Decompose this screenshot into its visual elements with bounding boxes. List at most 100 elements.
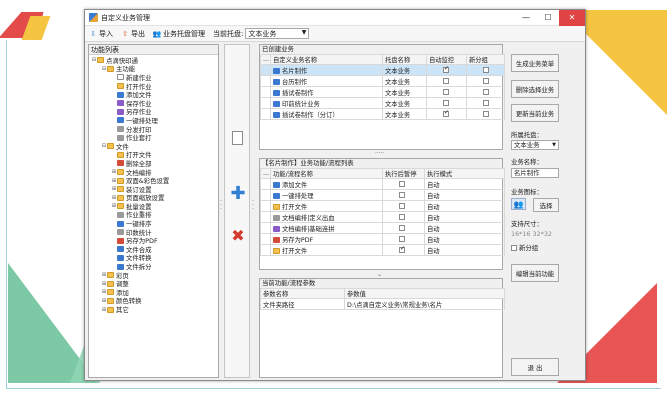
- table-row[interactable]: 打开文件 自动: [260, 200, 505, 212]
- table-row[interactable]: 另存为PDF 自动: [260, 233, 505, 245]
- update-current-button[interactable]: 更新当前业务: [511, 104, 559, 122]
- splitter-handle-left[interactable]: · · ·: [220, 199, 222, 213]
- tree-item[interactable]: ⊞ 彩页: [91, 271, 218, 280]
- new-group-row-checkbox[interactable]: [483, 77, 489, 84]
- tree-item[interactable]: 另存作业: [91, 108, 218, 116]
- tray-manage-button[interactable]: 👥 业务托盘管理: [153, 29, 205, 39]
- tree-item[interactable]: 新建作业: [91, 73, 218, 82]
- new-group-row-checkbox[interactable]: [483, 66, 489, 73]
- choose-icon-button[interactable]: 选择: [533, 198, 559, 212]
- tree-item[interactable]: ⊞ 页面缩放设置: [91, 194, 218, 202]
- maximize-button[interactable]: ☐: [537, 10, 559, 26]
- table-row[interactable]: 打开文件 自动: [260, 244, 505, 256]
- new-document-button[interactable]: [232, 131, 243, 145]
- splitter-handle-top[interactable]: ·····: [375, 150, 385, 157]
- auto-monitor-checkbox[interactable]: [443, 88, 449, 95]
- column-header[interactable]: 托盘名称: [382, 54, 427, 65]
- table-row[interactable]: 文件夹路径 D:\点滴自定义业务\常规业务\名片: [260, 298, 505, 310]
- exec-mode-cell[interactable]: 自动: [424, 233, 505, 245]
- tree-item[interactable]: ⊞ 装订设置: [91, 185, 218, 194]
- generate-menu-button[interactable]: 生成业务菜单: [511, 54, 559, 72]
- tree-item[interactable]: 印数统计: [91, 228, 218, 237]
- tree-item[interactable]: 分发打印: [91, 125, 218, 134]
- tree-item[interactable]: ⊞ 文档编排: [91, 168, 218, 177]
- tree-item[interactable]: 一键排处理: [91, 116, 218, 125]
- pause-after-checkbox[interactable]: [399, 180, 405, 187]
- table-row[interactable]: 文档编排|基础连拼 自动: [260, 222, 505, 234]
- tree-item[interactable]: ⊞ 颜色转换: [91, 297, 218, 305]
- tree-item[interactable]: ⊞ 添加: [91, 288, 218, 297]
- tree-item[interactable]: ⊟ 文件: [91, 142, 218, 151]
- business-name-input[interactable]: 名片制作: [511, 168, 559, 178]
- tree-item[interactable]: 一键排序: [91, 219, 218, 228]
- tree-item[interactable]: 文件转换: [91, 254, 218, 262]
- edit-function-button[interactable]: 编辑当前功能: [511, 264, 559, 282]
- new-group-row-checkbox[interactable]: [483, 88, 489, 95]
- table-row[interactable]: 印前统计业务 文本业务: [260, 97, 505, 109]
- pause-after-checkbox[interactable]: [399, 191, 405, 198]
- column-header[interactable]: 新分组: [466, 54, 505, 65]
- column-header[interactable]: 自动监控: [426, 54, 467, 65]
- column-header[interactable]: 执行后暂停: [382, 168, 425, 179]
- column-header[interactable]: 自定义业务名称: [270, 54, 383, 65]
- column-header[interactable]: 功能/流程名称: [270, 168, 383, 179]
- exec-mode-cell[interactable]: 自动: [424, 211, 505, 223]
- table-row[interactable]: 名片制作 文本业务: [260, 64, 505, 76]
- exec-mode-cell[interactable]: 自动: [424, 178, 505, 190]
- tree-item[interactable]: 作业重排: [91, 211, 218, 219]
- pause-after-checkbox[interactable]: [399, 213, 405, 220]
- close-button[interactable]: ✕: [559, 9, 585, 26]
- table-row[interactable]: 一键排处理 自动: [260, 189, 505, 201]
- auto-monitor-checkbox[interactable]: [443, 66, 449, 73]
- tray-select[interactable]: 文本业务 ▼: [511, 140, 559, 150]
- auto-monitor-checkbox[interactable]: [443, 77, 449, 84]
- new-group-checkbox[interactable]: 新分组: [511, 243, 538, 252]
- new-group-row-checkbox[interactable]: [483, 110, 489, 117]
- delete-selected-button[interactable]: 删除选择业务: [511, 80, 559, 98]
- export-button[interactable]: ⇧ 导出: [121, 29, 145, 39]
- table-row[interactable]: 插试卷制作 文本业务: [260, 86, 505, 98]
- add-function-button[interactable]: ✚: [230, 183, 246, 204]
- column-header[interactable]: 执行模式: [424, 168, 505, 179]
- exec-mode-cell[interactable]: 自动: [424, 200, 505, 212]
- table-row[interactable]: 添加文件 自动: [260, 178, 505, 190]
- tree-item[interactable]: ⊟ 点滴快印通: [91, 56, 218, 65]
- column-header[interactable]: ...: [260, 168, 271, 179]
- tree-item[interactable]: ⊟ 主功能: [91, 65, 218, 73]
- exec-mode-cell[interactable]: 自动: [424, 244, 505, 256]
- tree-item[interactable]: ⊞ 调整: [91, 279, 218, 288]
- tree-item[interactable]: 删除全部: [91, 159, 218, 168]
- current-tray-select[interactable]: 文本业务 ▼: [245, 28, 310, 39]
- tree-item[interactable]: ⊞ 双面&彩色设置: [91, 176, 218, 185]
- splitter-handle-mid[interactable]: · · ·: [252, 199, 254, 213]
- tree-item[interactable]: 添加文件: [91, 90, 218, 99]
- tree-item[interactable]: 打开文件: [91, 151, 218, 159]
- auto-monitor-checkbox[interactable]: [443, 99, 449, 106]
- exit-button[interactable]: 退 出: [511, 358, 559, 376]
- splitter-handle-bottom[interactable]: ⌄: [377, 271, 382, 278]
- tree-item[interactable]: 文件拆分: [91, 262, 218, 271]
- new-group-row-checkbox[interactable]: [483, 99, 489, 106]
- tree-item[interactable]: 打开作业: [91, 82, 218, 91]
- pause-after-checkbox[interactable]: [399, 202, 405, 209]
- pause-after-checkbox[interactable]: [399, 235, 405, 242]
- tree-item[interactable]: ⊞ 批量设置: [91, 202, 218, 211]
- pause-after-checkbox[interactable]: [399, 246, 405, 253]
- tree-item[interactable]: ⊞ 其它: [91, 305, 218, 314]
- minimize-button[interactable]: —: [515, 10, 537, 26]
- table-row[interactable]: 插试卷制作（分订） 文本业务: [260, 108, 505, 120]
- import-button[interactable]: ⇩ 导入: [89, 29, 113, 39]
- tree-item[interactable]: 文件合成: [91, 245, 218, 254]
- exec-mode-cell[interactable]: 自动: [424, 222, 505, 234]
- table-row[interactable]: 文档编排|定义出血 自动: [260, 211, 505, 223]
- tree-item[interactable]: 另存为PDF: [91, 236, 218, 245]
- column-header[interactable]: ...: [260, 54, 271, 65]
- auto-monitor-checkbox[interactable]: [443, 110, 449, 117]
- exec-mode-cell[interactable]: 自动: [424, 189, 505, 201]
- param-value-cell[interactable]: D:\点滴自定义业务\常规业务\名片: [344, 298, 505, 310]
- tree-item[interactable]: 保存作业: [91, 99, 218, 108]
- pause-after-checkbox[interactable]: [399, 224, 405, 231]
- table-row[interactable]: 台历制作 文本业务: [260, 75, 505, 87]
- remove-function-button[interactable]: ✖: [230, 226, 246, 245]
- tree-item[interactable]: 作业套打: [91, 133, 218, 142]
